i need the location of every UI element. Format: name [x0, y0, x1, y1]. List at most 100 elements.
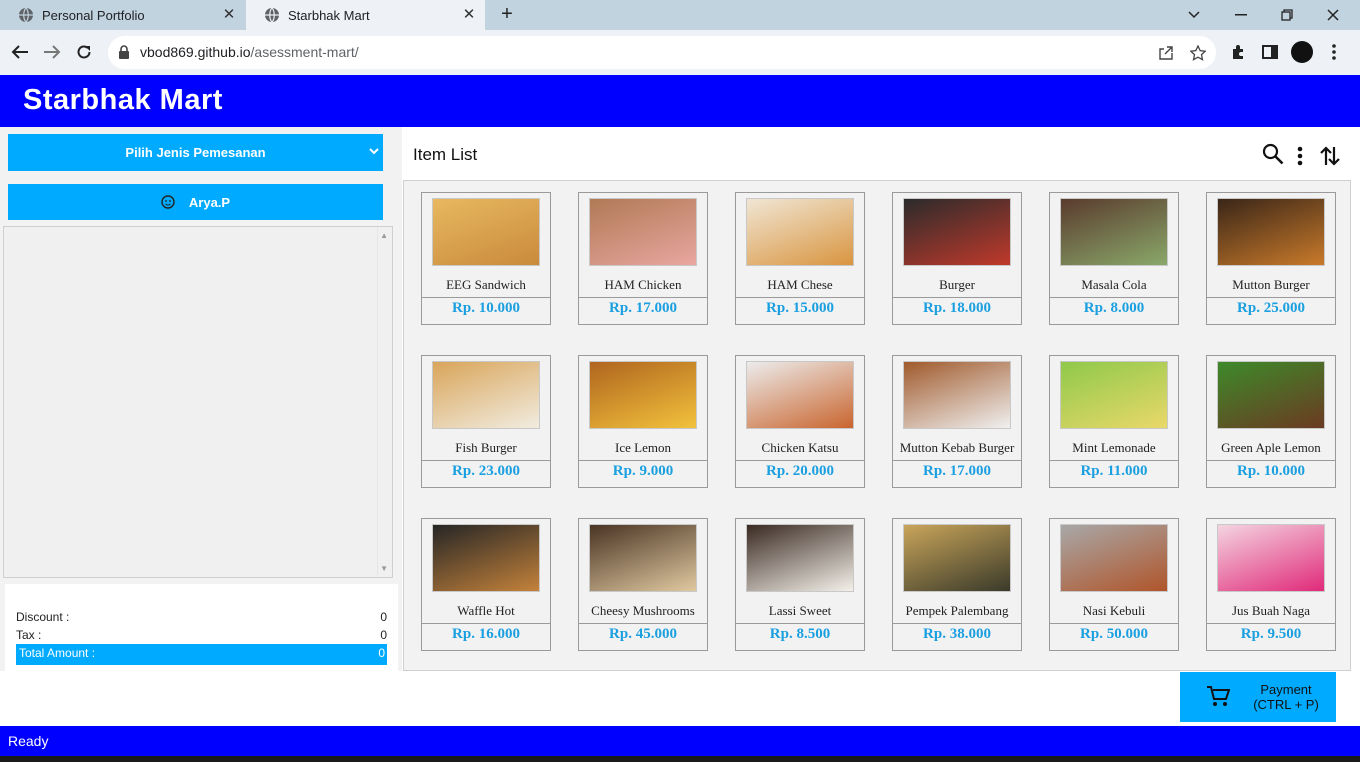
order-type-select[interactable]: Pilih Jenis Pemesanan: [8, 134, 383, 171]
window-bottom-edge: [0, 756, 1360, 762]
reload-icon[interactable]: [72, 40, 96, 64]
scroll-up-arrow-icon[interactable]: ▲: [380, 231, 388, 240]
close-window-icon[interactable]: [1310, 0, 1356, 30]
browser-toolbar: vbod869.github.io/asessment-mart/: [0, 30, 1360, 75]
app-title: Starbhak Mart: [23, 84, 223, 116]
tab-starbhak-mart[interactable]: Starbhak Mart ✕: [246, 0, 485, 30]
item-divider: [579, 623, 707, 624]
more-options-icon[interactable]: [1288, 144, 1312, 168]
order-panel: Pilih Jenis Pemesanan Arya.P ▲ ▼ Discoun…: [0, 127, 402, 671]
item-divider: [1207, 623, 1335, 624]
item-image: [1060, 524, 1168, 592]
order-summary: Discount : 0 Tax : 0 Total Amount : 0: [5, 584, 398, 671]
item-price: Rp. 17.000: [609, 300, 677, 316]
item-price: Rp. 8.500: [769, 626, 831, 642]
item-image: [903, 524, 1011, 592]
tab-personal-portfolio[interactable]: Personal Portfolio ✕: [0, 0, 245, 30]
item-name: Waffle Hot: [457, 603, 515, 618]
payment-button[interactable]: Payment (CTRL + P): [1180, 672, 1336, 722]
close-tab-icon[interactable]: ✕: [221, 7, 237, 23]
side-panel-icon[interactable]: [1260, 42, 1280, 62]
item-price: Rp. 25.000: [1237, 300, 1305, 316]
customer-button[interactable]: Arya.P: [8, 184, 383, 220]
close-tab-icon[interactable]: ✕: [461, 7, 477, 23]
minimize-icon[interactable]: [1218, 0, 1264, 30]
lock-icon: [119, 45, 129, 59]
sort-icon[interactable]: [1318, 144, 1342, 168]
item-card[interactable]: HAM Chicken Rp. 17.000: [578, 192, 708, 325]
item-card[interactable]: Green Aple Lemon Rp. 10.000: [1206, 355, 1336, 488]
status-bar: Ready: [0, 726, 1360, 756]
item-divider: [1050, 460, 1178, 461]
item-divider: [422, 297, 550, 298]
cart-item-list[interactable]: ▲ ▼: [3, 226, 393, 578]
item-card[interactable]: Jus Buah Naga Rp. 9.500: [1206, 518, 1336, 651]
payment-label-line1: Payment: [1260, 682, 1312, 697]
forward-arrow-icon[interactable]: [40, 40, 64, 64]
tax-value: 0: [380, 628, 387, 642]
item-image: [1217, 524, 1325, 592]
item-card[interactable]: Mint Lemonade Rp. 11.000: [1049, 355, 1179, 488]
bookmark-star-icon[interactable]: [1189, 44, 1207, 62]
item-card[interactable]: Nasi Kebuli Rp. 50.000: [1049, 518, 1179, 651]
item-price: Rp. 8.000: [1083, 300, 1145, 316]
item-card[interactable]: Masala Cola Rp. 8.000: [1049, 192, 1179, 325]
item-card[interactable]: Mutton Kebab Burger Rp. 17.000: [892, 355, 1022, 488]
item-price: Rp. 9.000: [612, 463, 674, 479]
item-card[interactable]: Chicken Katsu Rp. 20.000: [735, 355, 865, 488]
item-divider: [1050, 297, 1178, 298]
total-amount-label: Total Amount :: [19, 646, 96, 660]
item-card[interactable]: Lassi Sweet Rp. 8.500: [735, 518, 865, 651]
item-card[interactable]: Ice Lemon Rp. 9.000: [578, 355, 708, 488]
profile-avatar[interactable]: [1291, 41, 1313, 63]
cart-scrollbar[interactable]: [377, 227, 392, 577]
url-host: vbod869.github.io: [140, 44, 251, 60]
item-name: Masala Cola: [1081, 277, 1147, 292]
item-list-title: Item List: [413, 145, 478, 164]
tab-search-icon[interactable]: [1171, 0, 1217, 30]
item-name: Mutton Burger: [1232, 277, 1310, 292]
item-price: Rp. 23.000: [452, 463, 520, 479]
item-card[interactable]: Pempek Palembang Rp. 38.000: [892, 518, 1022, 651]
browser-menu-icon[interactable]: [1324, 42, 1344, 62]
item-image: [589, 524, 697, 592]
restore-icon[interactable]: [1264, 0, 1310, 30]
search-icon[interactable]: [1261, 142, 1285, 166]
item-name: Pempek Palembang: [905, 603, 1009, 618]
item-name: Nasi Kebuli: [1082, 603, 1146, 618]
item-name: Fish Burger: [455, 440, 517, 455]
item-card[interactable]: EEG Sandwich Rp. 10.000: [421, 192, 551, 325]
shopping-cart-icon: [1206, 685, 1231, 712]
back-arrow-icon[interactable]: [8, 40, 32, 64]
item-card[interactable]: Burger Rp. 18.000: [892, 192, 1022, 325]
item-card[interactable]: HAM Chese Rp. 15.000: [735, 192, 865, 325]
payment-label: Payment (CTRL + P): [1236, 682, 1336, 712]
item-image: [746, 524, 854, 592]
tab-title: Starbhak Mart: [288, 7, 370, 23]
item-divider: [1050, 623, 1178, 624]
address-bar[interactable]: vbod869.github.io/asessment-mart/: [108, 36, 1216, 69]
item-card[interactable]: Fish Burger Rp. 23.000: [421, 355, 551, 488]
item-divider: [893, 297, 1021, 298]
new-tab-button[interactable]: +: [497, 4, 517, 25]
share-icon[interactable]: [1157, 44, 1175, 62]
extensions-icon[interactable]: [1228, 42, 1248, 62]
total-amount-value: 0: [378, 646, 385, 660]
app-header: Starbhak Mart: [0, 75, 1360, 127]
item-card[interactable]: Waffle Hot Rp. 16.000: [421, 518, 551, 651]
item-name: Green Aple Lemon: [1221, 440, 1321, 455]
url-text: vbod869.github.io/asessment-mart/: [140, 44, 359, 60]
status-text: Ready: [8, 733, 49, 749]
browser-tab-strip: Personal Portfolio ✕ Starbhak Mart ✕ +: [0, 0, 1360, 30]
item-card[interactable]: Cheesy Mushrooms Rp. 45.000: [578, 518, 708, 651]
scroll-down-arrow-icon[interactable]: ▼: [380, 564, 388, 573]
item-price: Rp. 16.000: [452, 626, 520, 642]
tab-title: Personal Portfolio: [42, 7, 145, 23]
item-card[interactable]: Mutton Burger Rp. 25.000: [1206, 192, 1336, 325]
item-divider: [579, 297, 707, 298]
item-image: [903, 198, 1011, 266]
item-name: EEG Sandwich: [446, 277, 526, 292]
item-price: Rp. 20.000: [766, 463, 834, 479]
item-price: Rp. 10.000: [1237, 463, 1305, 479]
tax-label: Tax :: [16, 628, 42, 642]
